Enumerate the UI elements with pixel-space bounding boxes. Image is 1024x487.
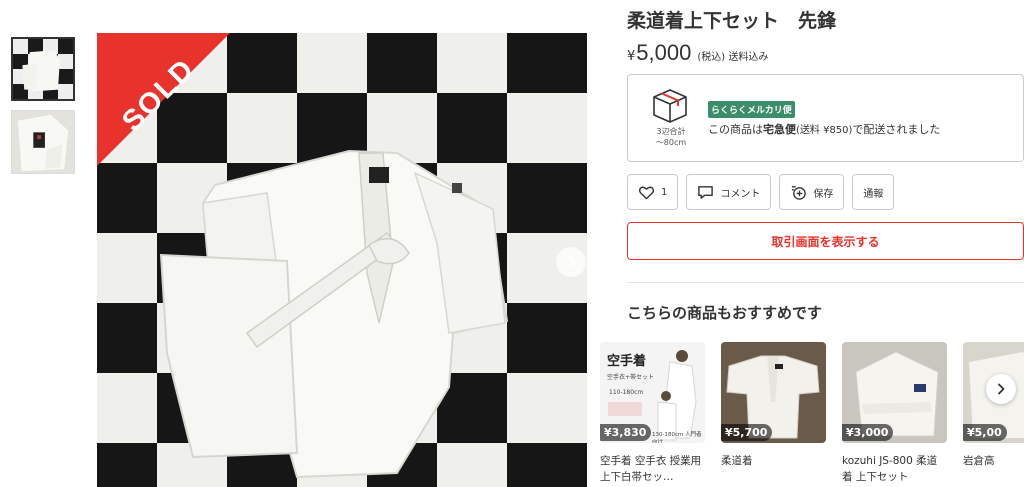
recommend-item[interactable]: 空手着 空手衣+帯セット 110-180cm 130-180cm 人門者向け ¥…	[600, 342, 705, 485]
price-note: (税込) 送料込み	[697, 52, 769, 63]
product-page: SOLD 柔道着上下セット 先鋒 ¥ 5,000 (税込) 送料込み 3辺合計 …	[0, 0, 1024, 487]
main-product-image: SOLD	[97, 33, 587, 487]
like-count: 1	[661, 186, 668, 198]
thumbnail-list	[11, 37, 77, 183]
item1-overlay-badge: 130-180cm 人門者向け	[652, 432, 702, 443]
chevron-right-icon	[998, 383, 1005, 395]
comment-label: コメント	[720, 188, 761, 200]
save-label: 保存	[813, 188, 834, 200]
recommend-item-price: ¥3,830	[600, 424, 652, 441]
report-label: 通報	[863, 188, 884, 200]
recommend-item-name: 空手着 空手衣 授業用 上下白帯セッ…	[600, 455, 702, 483]
thumbnail-2[interactable]	[11, 110, 75, 174]
view-transaction-button[interactable]: 取引画面を表示する	[627, 222, 1024, 260]
recommend-item-image: ¥5,700	[721, 342, 826, 443]
recommend-item-price: ¥5,700	[721, 424, 773, 441]
product-info-panel: 柔道着上下セット 先鋒 ¥ 5,000 (税込) 送料込み 3辺合計 〜80cm…	[600, 0, 1024, 487]
recommend-item-price: ¥3,000	[842, 424, 894, 441]
price-value: 5,000	[636, 40, 692, 65]
package-box-icon	[653, 89, 687, 123]
box-size-label: 3辺合計	[656, 127, 686, 136]
price-currency: ¥	[627, 49, 636, 64]
item1-overlay-heading: 空手着	[607, 354, 647, 369]
chevron-right-icon	[568, 256, 575, 268]
recommend-item[interactable]: ¥3,000 kozuhi JS-800 柔道着 上下セット	[842, 342, 947, 485]
recommend-next-button[interactable]	[986, 374, 1016, 404]
recommend-item[interactable]: ¥5,00 岩倉高	[963, 342, 1024, 469]
report-button[interactable]: 通報	[852, 174, 895, 210]
product-title: 柔道着上下セット 先鋒	[627, 10, 837, 32]
recommend-item-image: ¥3,000	[842, 342, 947, 443]
comment-button[interactable]: コメント	[686, 174, 772, 210]
divider	[627, 282, 1024, 283]
heart-icon	[638, 186, 655, 199]
item1-overlay-sub: 空手衣+帯セット	[607, 374, 655, 381]
price-row: ¥ 5,000 (税込) 送料込み	[627, 40, 768, 66]
recommend-item-image: 空手着 空手衣+帯セット 110-180cm 130-180cm 人門者向け ¥…	[600, 342, 705, 443]
recommend-item-name: kozuhi JS-800 柔道着 上下セット	[842, 455, 938, 483]
comment-icon	[698, 185, 714, 199]
recommend-item-name: 岩倉高	[963, 455, 995, 467]
save-add-icon	[792, 185, 807, 200]
shipping-info-box: 3辺合計 〜80cm らくらくメルカリ便 この商品は宅急便(送料 ¥850)で配…	[627, 74, 1024, 162]
action-buttons: 1 コメント 保存 通報	[627, 174, 895, 210]
shipping-method-badge: らくらくメルカリ便	[708, 101, 795, 118]
recommend-item[interactable]: ¥5,700 柔道着	[721, 342, 826, 469]
box-size-value: 〜80cm	[655, 138, 687, 147]
recommend-list: 空手着 空手衣+帯セット 110-180cm 130-180cm 人門者向け ¥…	[600, 342, 1024, 487]
recommend-title: こちらの商品もおすすめです	[627, 304, 823, 322]
like-button[interactable]: 1	[627, 174, 679, 210]
shipping-description: この商品は宅急便(送料 ¥850)で配送されました	[708, 123, 941, 136]
next-image-button[interactable]	[556, 247, 586, 277]
item1-overlay-size: 110-180cm	[609, 389, 644, 396]
save-button[interactable]: 保存	[779, 174, 845, 210]
thumbnail-1[interactable]	[11, 37, 75, 101]
recommend-item-price: ¥5,00	[963, 424, 1007, 441]
recommend-item-name: 柔道着	[721, 455, 753, 467]
